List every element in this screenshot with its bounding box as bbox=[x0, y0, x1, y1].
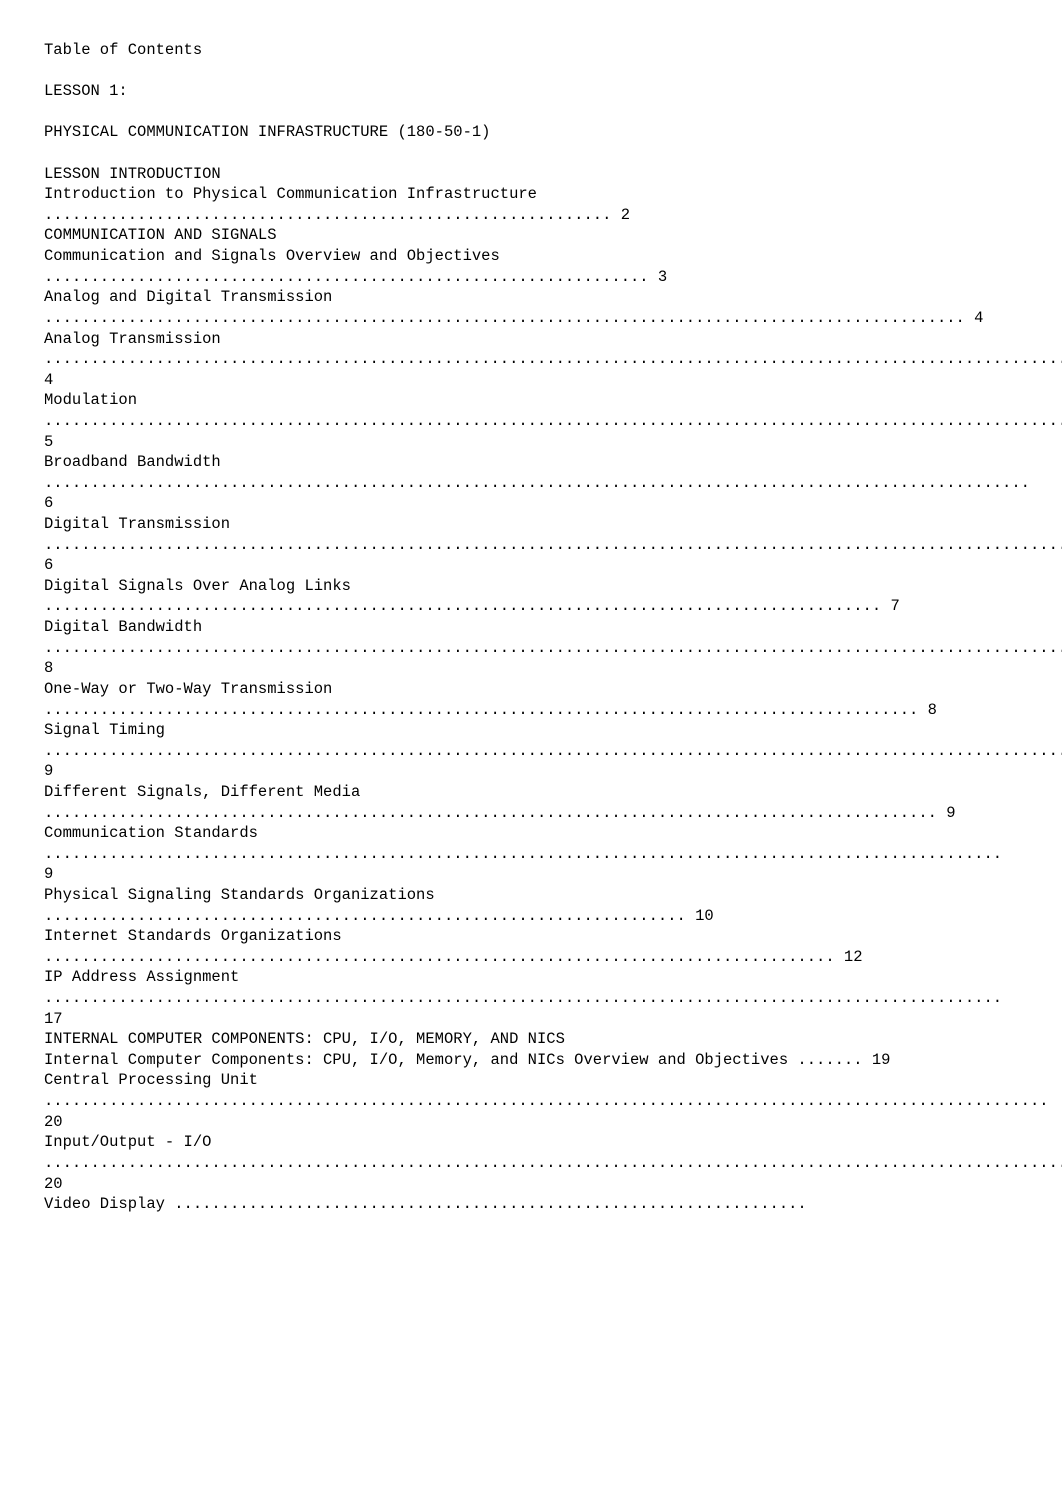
toc-entry: Communication Standards ................… bbox=[44, 824, 1011, 883]
toc-entry: Signal Timing ..........................… bbox=[44, 721, 1062, 780]
toc-entry: Digital Signals Over Analog Links ......… bbox=[44, 577, 900, 616]
toc-entry: Communication and Signals Overview and O… bbox=[44, 247, 667, 286]
toc-entry: Video Display ..........................… bbox=[44, 1195, 807, 1213]
toc-entry: Broadband Bandwidth ....................… bbox=[44, 453, 1039, 512]
toc-entry: Internet Standards Organizations .......… bbox=[44, 927, 863, 966]
lesson-heading: LESSON 1: bbox=[44, 82, 128, 100]
toc-entry: One-Way or Two-Way Transmission ........… bbox=[44, 680, 937, 719]
toc-entry: Input/Output - I/O .....................… bbox=[44, 1133, 1062, 1192]
section-heading: INTERNAL COMPUTER COMPONENTS: CPU, I/O, … bbox=[44, 1030, 565, 1048]
toc-entry: Digital Bandwidth ......................… bbox=[44, 618, 1062, 677]
toc-page: Table of Contents LESSON 1: PHYSICAL COM… bbox=[0, 0, 1062, 1255]
toc-entry: Central Processing Unit ................… bbox=[44, 1071, 1058, 1130]
toc-header: Table of Contents bbox=[44, 41, 202, 59]
lesson-title: PHYSICAL COMMUNICATION INFRASTRUCTURE (1… bbox=[44, 123, 490, 141]
toc-entry: Introduction to Physical Communication I… bbox=[44, 185, 630, 224]
toc-entry: Physical Signaling Standards Organizatio… bbox=[44, 886, 714, 925]
toc-entry: Analog and Digital Transmission ........… bbox=[44, 288, 983, 327]
toc-entry: Modulation .............................… bbox=[44, 391, 1062, 450]
section-heading: COMMUNICATION AND SIGNALS bbox=[44, 226, 277, 244]
toc-entry: Internal Computer Components: CPU, I/O, … bbox=[44, 1051, 890, 1069]
toc-entry: Different Signals, Different Media .....… bbox=[44, 783, 956, 822]
toc-entry: Analog Transmission ....................… bbox=[44, 330, 1062, 389]
toc-entry: Digital Transmission ...................… bbox=[44, 515, 1062, 574]
toc-entry: IP Address Assignment ..................… bbox=[44, 968, 1011, 1027]
section-heading: LESSON INTRODUCTION bbox=[44, 165, 221, 183]
